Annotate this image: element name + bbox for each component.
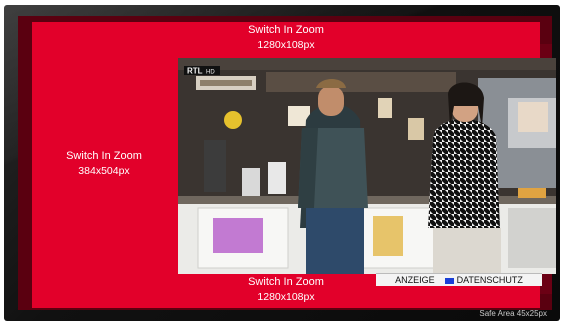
kitchen-scene-image: RTL HD <box>178 58 556 274</box>
safe-area-label: Safe Area 45x25px <box>479 309 547 318</box>
left-zone-size: 384x504px <box>78 165 130 177</box>
channel-logo-suffix: HD <box>206 70 215 76</box>
top-zone-title: Switch In Zoom <box>248 24 324 36</box>
top-zone-size: 1280x108px <box>257 39 315 51</box>
top-zone-label: Switch In Zoom 1280x108px <box>32 23 540 53</box>
left-zone-title: Switch In Zoom <box>66 150 142 162</box>
ad-strip: ANZEIGE DATENSCHUTZ <box>376 273 542 286</box>
privacy-link[interactable]: DATENSCHUTZ <box>444 275 523 285</box>
privacy-square-icon <box>444 277 454 284</box>
left-zone-label: Switch In Zoom 384x504px <box>32 149 176 179</box>
bottom-zone-size: 1280x108px <box>257 291 315 303</box>
ad-label: ANZEIGE <box>395 275 435 285</box>
channel-logo: RTL <box>187 67 203 76</box>
privacy-label: DATENSCHUTZ <box>456 275 523 285</box>
video-frame[interactable]: RTL HD <box>178 58 556 274</box>
